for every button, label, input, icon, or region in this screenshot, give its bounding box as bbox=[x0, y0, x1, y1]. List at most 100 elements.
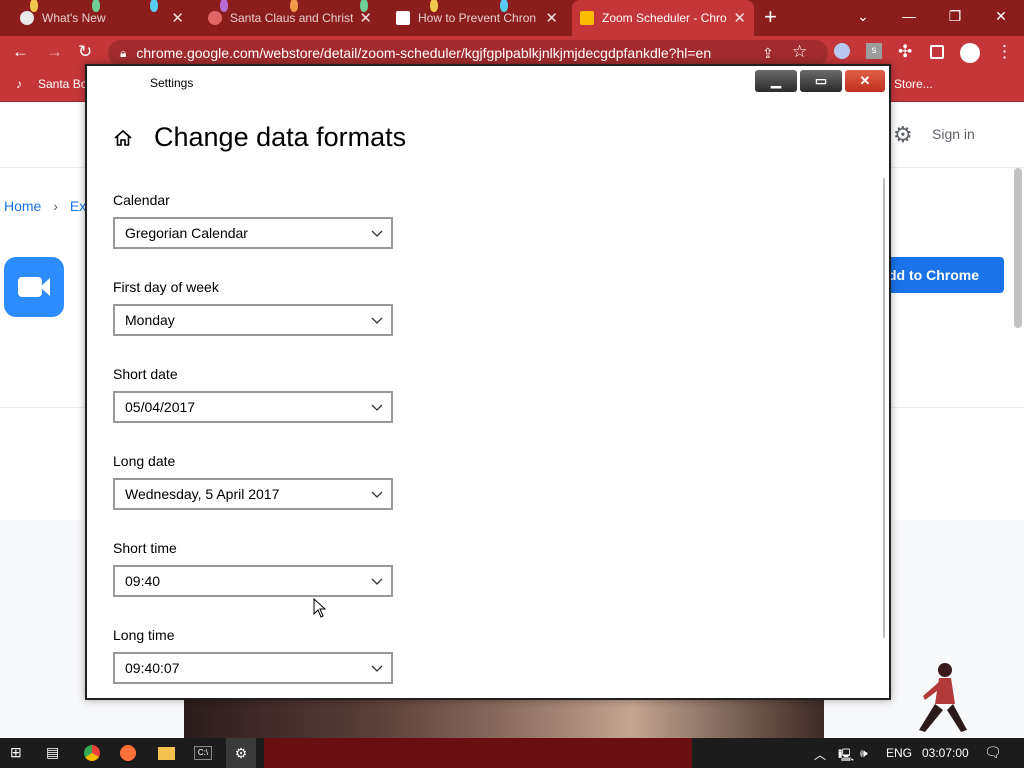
minimize-icon: ▁ bbox=[771, 73, 781, 88]
firefox-taskbar-icon[interactable] bbox=[120, 745, 136, 761]
forward-icon[interactable]: → bbox=[46, 42, 63, 62]
video-thumbnail bbox=[184, 700, 824, 738]
camera-lens-icon bbox=[40, 278, 50, 296]
santa-favicon-icon bbox=[208, 11, 222, 25]
share-icon[interactable]: ⇪ bbox=[762, 45, 774, 62]
long-time-value: 09:40:07 bbox=[125, 660, 180, 676]
mouse-cursor-icon bbox=[313, 598, 327, 618]
chevron-down-icon bbox=[371, 665, 383, 672]
browser-tab-strip: What's New ✕ Santa Claus and Christ ✕ Ho… bbox=[0, 0, 1024, 36]
chrome-icon bbox=[20, 11, 34, 25]
close-tab-icon[interactable]: ✕ bbox=[733, 9, 746, 27]
tab-title: What's New bbox=[42, 11, 106, 25]
tab-search-icon[interactable]: ⌄ bbox=[840, 0, 886, 32]
short-date-value: 05/04/2017 bbox=[125, 399, 196, 415]
new-tab-icon[interactable]: + bbox=[764, 4, 777, 30]
tab-title: Zoom Scheduler - Chro bbox=[602, 11, 727, 25]
zoom-app-icon bbox=[4, 257, 64, 317]
volume-icon[interactable]: 🕪︎ bbox=[860, 746, 868, 761]
settings-scrollbar[interactable] bbox=[883, 178, 885, 638]
file-explorer-icon[interactable] bbox=[158, 747, 175, 760]
dancing-figure-image bbox=[919, 663, 967, 732]
add-to-chrome-button[interactable]: dd to Chrome bbox=[880, 257, 1004, 293]
close-tab-icon[interactable]: ✕ bbox=[171, 9, 184, 27]
webstore-favicon-icon bbox=[580, 11, 594, 25]
close-icon: ✕ bbox=[859, 73, 871, 88]
page-scrollbar[interactable] bbox=[1014, 168, 1022, 328]
settings-gear-icon[interactable]: ⚙ bbox=[893, 122, 913, 148]
breadcrumb-extensions[interactable]: Ex bbox=[70, 198, 86, 214]
maximize-icon: ▭ bbox=[814, 73, 828, 88]
tab-santa-claus[interactable]: Santa Claus and Christ ✕ bbox=[200, 0, 380, 36]
page-title: Change data formats bbox=[154, 122, 407, 152]
close-tab-icon[interactable]: ✕ bbox=[359, 9, 372, 27]
bookmark-santa-icon: ♪ bbox=[16, 77, 22, 91]
close-button[interactable]: ✕ bbox=[845, 70, 885, 92]
chevron-down-icon bbox=[371, 230, 383, 237]
long-date-value: Wednesday, 5 April 2017 bbox=[125, 486, 280, 502]
short-time-value: 09:40 bbox=[125, 573, 161, 589]
chrome-taskbar-icon[interactable] bbox=[84, 745, 100, 761]
chevron-down-icon bbox=[371, 578, 383, 585]
taskbar-wallpaper-strip bbox=[264, 738, 692, 768]
first-day-of-week-value: Monday bbox=[125, 312, 175, 328]
network-icon[interactable]: 🖳︎ bbox=[838, 746, 854, 767]
window-title: Settings bbox=[150, 76, 194, 90]
extension-icon[interactable] bbox=[834, 43, 850, 59]
chevron-down-icon bbox=[371, 404, 383, 411]
address-url: chrome.google.com/webstore/detail/zoom-s… bbox=[136, 45, 712, 61]
notifications-icon[interactable]: 🗨︎ bbox=[984, 744, 1002, 761]
close-browser-icon[interactable]: ✕ bbox=[978, 0, 1024, 32]
task-view-icon[interactable]: ▤ bbox=[46, 744, 59, 761]
show-hidden-icons-icon[interactable]: ︿ bbox=[814, 746, 826, 763]
short-date-dropdown[interactable]: 05/04/2017 bbox=[113, 391, 393, 423]
short-date-label: Short date bbox=[113, 366, 178, 382]
calendar-label: Calendar bbox=[113, 192, 170, 208]
short-time-dropdown[interactable]: 09:40 bbox=[113, 565, 393, 597]
minimize-browser-icon[interactable]: — bbox=[886, 0, 932, 32]
long-date-label: Long date bbox=[113, 453, 176, 469]
language-indicator[interactable]: ENG bbox=[886, 746, 912, 760]
side-panel-icon[interactable] bbox=[930, 45, 944, 59]
short-time-label: Short time bbox=[113, 540, 177, 556]
chevron-down-icon bbox=[371, 491, 383, 498]
first-day-of-week-label: First day of week bbox=[113, 279, 219, 295]
tab-whats-new[interactable]: What's New ✕ bbox=[12, 0, 192, 36]
long-time-dropdown[interactable]: 09:40:07 bbox=[113, 652, 393, 684]
address-bar[interactable]: 🔒︎ chrome.google.com/webstore/detail/zoo… bbox=[108, 40, 828, 66]
windows-start-icon[interactable]: ⊞ bbox=[10, 744, 22, 761]
more-menu-icon[interactable]: ⋮ bbox=[996, 42, 1013, 62]
bookmark-store[interactable]: Store... bbox=[894, 77, 933, 91]
tab-how-to-prevent[interactable]: How to Prevent Chron ✕ bbox=[388, 0, 566, 36]
tab-zoom-scheduler[interactable]: Zoom Scheduler - Chro ✕ bbox=[572, 0, 754, 36]
first-day-of-week-dropdown[interactable]: Monday bbox=[113, 304, 393, 336]
puzzle-extensions-icon[interactable]: ✣ bbox=[898, 42, 912, 62]
breadcrumb-home[interactable]: Home bbox=[4, 198, 41, 214]
camera-body-icon bbox=[18, 277, 42, 297]
long-date-dropdown[interactable]: Wednesday, 5 April 2017 bbox=[113, 478, 393, 510]
home-icon[interactable] bbox=[113, 128, 133, 148]
chevron-down-icon bbox=[371, 317, 383, 324]
tab-title: How to Prevent Chron bbox=[418, 11, 537, 25]
windows-taskbar: ⊞ ▤ C:\ ⚙ ︿ 🖳︎ 🕪︎ ENG 03:07:00 🗨︎ bbox=[0, 738, 1024, 768]
restore-browser-icon[interactable]: ❐ bbox=[932, 0, 978, 32]
close-tab-icon[interactable]: ✕ bbox=[545, 9, 558, 27]
settings-taskbar-icon[interactable]: ⚙ bbox=[226, 738, 256, 768]
long-time-label: Long time bbox=[113, 627, 175, 643]
terminal-icon[interactable]: C:\ bbox=[194, 746, 212, 760]
extension-s-icon[interactable]: s bbox=[866, 43, 882, 59]
sign-in-link[interactable]: Sign in bbox=[932, 126, 975, 142]
maximize-button[interactable]: ▭ bbox=[800, 70, 842, 92]
tab-title: Santa Claus and Christ bbox=[230, 11, 354, 25]
settings-window: Settings ▁ ▭ ✕ Change data formats Calen… bbox=[85, 64, 891, 700]
reload-icon[interactable]: ↻ bbox=[78, 42, 92, 62]
calendar-dropdown[interactable]: Gregorian Calendar bbox=[113, 217, 393, 249]
minimize-button[interactable]: ▁ bbox=[755, 70, 797, 92]
clock[interactable]: 03:07:00 bbox=[922, 746, 969, 760]
site-favicon-icon bbox=[396, 11, 410, 25]
bookmark-star-icon[interactable]: ☆ bbox=[792, 42, 807, 62]
profile-avatar-icon[interactable] bbox=[960, 43, 980, 63]
lock-icon: 🔒︎ bbox=[120, 45, 127, 60]
bookmark-santa[interactable]: Santa Bo bbox=[38, 77, 87, 91]
back-icon[interactable]: ← bbox=[12, 42, 29, 62]
